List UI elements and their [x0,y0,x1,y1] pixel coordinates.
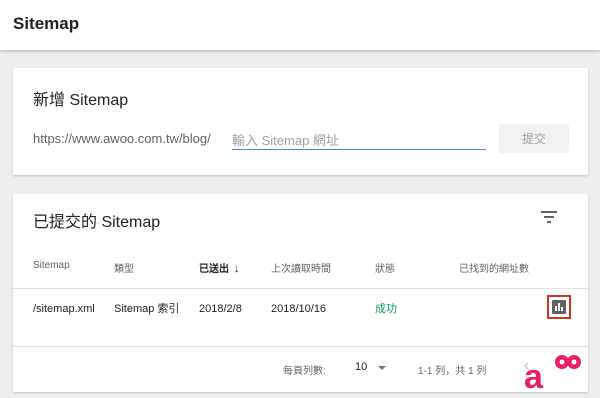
row-sitemap-path[interactable]: /sitemap.xml [33,300,99,319]
rows-per-page-label: 每頁列數: [283,366,326,377]
add-sitemap-card: 新增 Sitemap https://www.awoo.com.tw/blog/… [13,68,588,175]
chevron-down-icon[interactable] [378,366,386,370]
row-type: Sitemap 索引 [114,303,180,315]
submitted-sitemaps-card: 已提交的 Sitemap Sitemap 類型 已送出 ↓ 上次讀取時間 狀態 已… [13,194,588,392]
row-status: 成功 [375,303,397,315]
column-header-last-read[interactable]: 上次讀取時間 [271,260,331,275]
column-header-status[interactable]: 狀態 [375,260,395,275]
filter-icon[interactable] [541,210,557,224]
column-header-sitemap[interactable]: Sitemap [33,260,70,271]
arrow-down-icon: ↓ [234,263,240,275]
bar-chart-icon [552,300,566,314]
page-title: Sitemap [13,14,80,33]
rows-per-page-select[interactable]: 10 [355,361,367,373]
submit-button[interactable]: 提交 [499,124,569,153]
add-sitemap-heading: 新增 Sitemap [33,92,129,109]
row-submitted-date: 2018/2/8 [199,303,242,315]
header-divider [13,288,588,289]
column-header-submitted[interactable]: 已送出 ↓ [199,260,240,275]
logo-letter: a [524,358,544,394]
sitemap-url-input[interactable] [232,128,486,150]
sitemap-url-prefix: https://www.awoo.com.tw/blog/ [33,131,211,146]
row-last-read-date: 2018/10/16 [271,303,327,315]
pagination-range: 1-1 列，共 1 列 [418,366,487,377]
row-divider [13,346,588,347]
top-app-bar: Sitemap [0,0,600,50]
view-report-button[interactable] [547,295,571,319]
awoo-logo: a [524,355,581,394]
submitted-sitemaps-heading: 已提交的 Sitemap [33,214,161,231]
column-header-urls-found[interactable]: 已找到的網址數 [459,260,529,275]
column-header-submitted-label: 已送出 [199,264,229,275]
column-header-type[interactable]: 類型 [114,260,134,275]
